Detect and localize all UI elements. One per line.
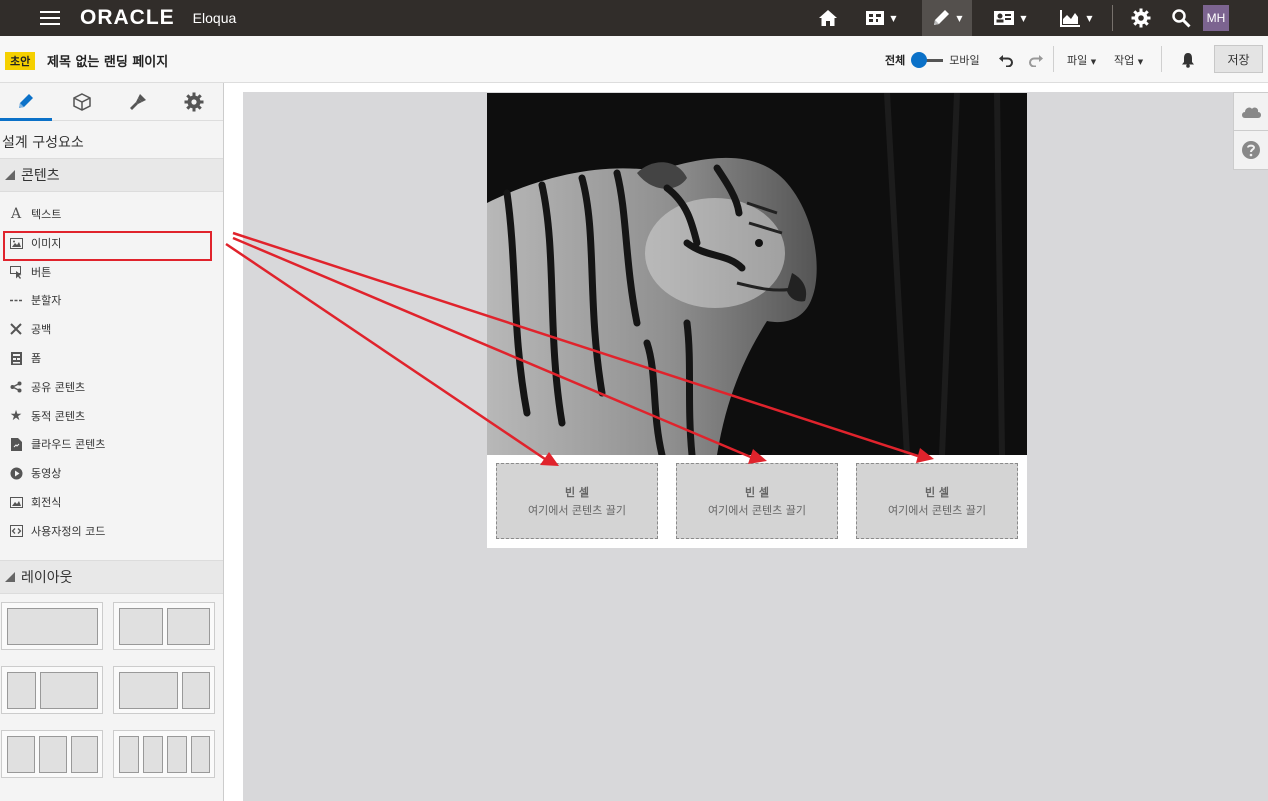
image-component-highlight [3, 231, 212, 261]
chevron-down-icon: ▼ [1020, 13, 1027, 23]
cube-icon [73, 93, 91, 111]
component-spacer[interactable]: 공백 [0, 316, 223, 342]
mobile-view-label[interactable]: 모바일 [949, 52, 979, 68]
content-section-header[interactable]: 콘텐츠 [0, 158, 223, 192]
divider [1161, 46, 1162, 72]
collapse-triangle-icon [5, 572, 15, 582]
design-components-panel: 설계 구성요소 콘텐츠 A 텍스트 이미지 버튼 분할자 공백 폼 공유 콘텐츠… [0, 83, 224, 801]
form-icon [9, 351, 23, 365]
component-button[interactable]: 버튼 [0, 259, 223, 285]
settings-icon[interactable] [1126, 0, 1156, 36]
play-icon [9, 466, 23, 480]
chevron-down-icon: ▼ [1137, 57, 1144, 66]
section-label: 콘텐츠 [21, 168, 60, 184]
component-text[interactable]: A 텍스트 [0, 201, 223, 227]
chevron-down-icon: ▼ [1090, 57, 1097, 66]
actions-menu-button[interactable]: 작업 ▼ [1114, 52, 1143, 68]
bell-icon[interactable] [1181, 52, 1195, 68]
tab-components[interactable] [56, 83, 108, 121]
redo-icon[interactable] [1028, 53, 1044, 67]
help-icon[interactable] [1234, 131, 1268, 169]
divider-icon [9, 293, 23, 307]
analytics-menu-button[interactable]: ▼ [1052, 0, 1100, 36]
avatar[interactable]: MH [1203, 5, 1229, 31]
file-menu-button[interactable]: 파일 ▼ [1067, 52, 1096, 68]
chevron-down-icon: ▼ [890, 13, 897, 23]
pencil-icon [19, 93, 33, 108]
layout-section-header[interactable]: 레이아웃 [0, 560, 223, 594]
contacts-menu-button[interactable]: ▼ [986, 0, 1034, 36]
tab-design[interactable] [0, 83, 52, 121]
layout-four-columns[interactable] [113, 730, 215, 778]
hamburger-menu-icon[interactable] [40, 11, 60, 25]
layout-three-columns[interactable] [1, 730, 103, 778]
component-form[interactable]: 폼 [0, 345, 223, 371]
divider [1053, 46, 1054, 72]
cloud-content-icon [9, 437, 23, 451]
paint-brush-icon [130, 94, 146, 110]
text-icon: A [10, 206, 22, 222]
component-carousel[interactable]: 회전식 [0, 489, 223, 515]
carousel-icon [9, 495, 23, 509]
layout-one-column[interactable] [1, 602, 103, 650]
empty-cell-3[interactable]: 빈 셀 여기에서 콘텐츠 끌기 [856, 463, 1018, 539]
editor-toolbar: 초안 제목 없는 랜딩 페이지 전체 모바일 파일 ▼ 작업 ▼ 저장 [0, 36, 1268, 83]
share-icon [9, 380, 23, 394]
dashboard-menu-button[interactable]: ▼ [857, 0, 905, 36]
layout-two-columns[interactable] [113, 602, 215, 650]
analytics-icon [1060, 10, 1081, 27]
component-shared-content[interactable]: 공유 콘텐츠 [0, 374, 223, 400]
section-label: 레이아웃 [21, 570, 73, 586]
chevron-down-icon: ▼ [956, 13, 963, 23]
component-dynamic-content[interactable]: ★ 동적 콘텐츠 [0, 403, 223, 429]
edit-icon [934, 10, 950, 25]
empty-cell-2[interactable]: 빈 셀 여기에서 콘텐츠 끌기 [676, 463, 838, 539]
component-divider[interactable]: 분할자 [0, 287, 223, 313]
component-custom-code[interactable]: 사용자정의 코드 [0, 518, 223, 544]
gear-icon [184, 92, 204, 112]
button-icon [9, 265, 23, 279]
panel-heading: 설계 구성요소 [2, 135, 84, 151]
dashboard-icon [866, 11, 885, 25]
contacts-icon [994, 11, 1015, 25]
code-icon [9, 524, 23, 538]
home-icon[interactable] [813, 0, 843, 36]
hero-image-tiger[interactable] [487, 93, 1027, 455]
view-all-label[interactable]: 전체 [885, 52, 905, 68]
device-view-toggle[interactable] [911, 51, 944, 68]
component-video[interactable]: 동영상 [0, 460, 223, 486]
right-side-toolbar [1233, 92, 1268, 170]
divider [1112, 5, 1113, 31]
cloud-icon[interactable] [1234, 93, 1268, 131]
oracle-logo: ORACLE [80, 6, 175, 29]
layout-wide-narrow[interactable] [113, 666, 215, 714]
component-cloud-content[interactable]: 클라우드 콘텐츠 [0, 431, 223, 457]
spacer-icon [9, 322, 23, 336]
chevron-down-icon: ▼ [1086, 13, 1093, 23]
save-button[interactable]: 저장 [1214, 45, 1263, 73]
tab-style[interactable] [112, 83, 164, 121]
status-badge: 초안 [5, 52, 36, 70]
star-icon: ★ [9, 408, 23, 424]
empty-cell-1[interactable]: 빈 셀 여기에서 콘텐츠 끌기 [496, 463, 658, 539]
layout-narrow-wide[interactable] [1, 666, 103, 714]
page-title[interactable]: 제목 없는 랜딩 페이지 [47, 51, 168, 70]
collapse-triangle-icon [5, 170, 15, 180]
top-nav-icons [813, 0, 843, 36]
search-icon[interactable] [1166, 0, 1196, 36]
edit-menu-button[interactable]: ▼ [922, 0, 972, 36]
panel-tabs [0, 83, 223, 121]
product-name: Eloqua [192, 10, 237, 26]
undo-icon[interactable] [998, 53, 1014, 67]
tab-settings[interactable] [168, 83, 220, 121]
